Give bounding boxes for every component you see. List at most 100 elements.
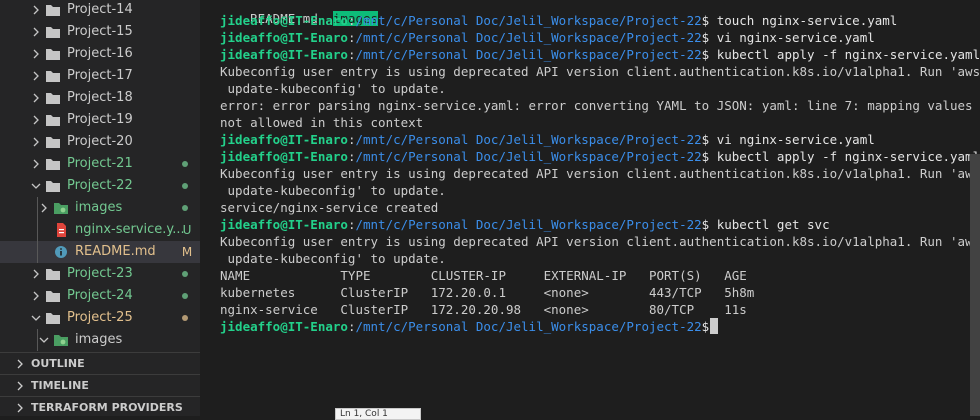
chevron-right-icon[interactable]: [30, 153, 40, 175]
folder-icon: [45, 289, 61, 303]
tree-item-project-18[interactable]: Project-18: [0, 87, 200, 109]
git-status-dot: [170, 285, 200, 307]
tree-item-project-16[interactable]: Project-16: [0, 43, 200, 65]
terminal-prompt-line: jideaffo@IT-Enaro:/mnt/c/Personal Doc/Je…: [220, 148, 980, 165]
tree-item-project-23[interactable]: Project-23: [0, 263, 200, 285]
prompt-path: /mnt/c/Personal Doc/Jelil_Workspace/Proj…: [355, 132, 702, 147]
git-status-dot: [170, 197, 200, 219]
tree-item-project-21[interactable]: Project-21: [0, 153, 200, 175]
status-dot-icon: [182, 293, 188, 299]
chevron-right-icon[interactable]: [30, 131, 40, 153]
tree-item-readme-md[interactable]: README.md M: [0, 241, 200, 263]
image-folder-icon: [53, 201, 69, 215]
terminal-scrollbar[interactable]: [970, 154, 980, 416]
tree-item-label: Project-18: [67, 90, 133, 105]
terminal-output-line: Kubeconfig user entry is using deprecate…: [220, 234, 980, 249]
chevron-down-icon[interactable]: [30, 307, 41, 329]
chevron-down-icon[interactable]: [30, 175, 41, 197]
image-folder-icon: [53, 333, 69, 347]
tree-item-project-19[interactable]: Project-19: [0, 109, 200, 131]
tree-item-label: Project-24: [67, 288, 133, 303]
prompt-command: $ kubectl apply -f nginx-service.yaml: [701, 47, 980, 62]
chevron-right-icon[interactable]: [30, 0, 40, 21]
status-dot-icon: [182, 315, 188, 321]
info-file-icon: [53, 245, 69, 259]
prompt-user: jideaffo@IT-Enaro: [220, 47, 348, 62]
terminal-cursor: [710, 318, 719, 334]
tree-item-images[interactable]: images: [0, 329, 200, 351]
tree-item-label: images: [75, 332, 123, 347]
tree-item-nginx-service-y[interactable]: nginx-service.y... U: [0, 219, 200, 241]
prompt-user: jideaffo@IT-Enaro: [220, 30, 348, 45]
terminal-prompt-line: jideaffo@IT-Enaro:/mnt/c/Personal Doc/Je…: [220, 46, 980, 63]
prompt-command: $ kubectl get svc: [701, 217, 830, 232]
tree-item-project-20[interactable]: Project-20: [0, 131, 200, 153]
chevron-right-icon[interactable]: [38, 197, 48, 219]
folder-icon: [45, 113, 61, 127]
indent-guide: [37, 219, 38, 241]
prompt-command: $ touch nginx-service.yaml: [701, 13, 898, 28]
terminal-output-line: not allowed in this context: [220, 115, 424, 130]
git-status-dot: [170, 263, 200, 285]
section-outline[interactable]: OUTLINE: [0, 352, 200, 374]
tree-item-label: nginx-service.y...: [75, 222, 185, 237]
status-tooltip: Ln 1, Col 1: [335, 408, 421, 420]
terminal-top-line: README.md images: [220, 0, 379, 26]
prompt-path: /mnt/c/Personal Doc/Jelil_Workspace/Proj…: [355, 319, 702, 334]
tree-item-label: Project-22: [67, 178, 133, 193]
terminal-output-line: update-kubeconfig' to update.: [220, 251, 446, 266]
folder-icon: [45, 91, 61, 105]
prompt-user: jideaffo@IT-Enaro: [220, 132, 348, 147]
terminal-output-line: kubernetes ClusterIP 172.20.0.1 <none> 4…: [220, 285, 755, 300]
prompt-path: /mnt/c/Personal Doc/Jelil_Workspace/Proj…: [355, 149, 702, 164]
tree-item-project-25[interactable]: Project-25: [0, 307, 200, 329]
tree-item-project-22[interactable]: Project-22: [0, 175, 200, 197]
terminal-panel[interactable]: README.md images jideaffo@IT-Enaro:/mnt/…: [200, 0, 980, 416]
folder-icon: [45, 157, 61, 171]
chevron-down-icon[interactable]: [38, 329, 49, 351]
chevron-right-icon[interactable]: [30, 285, 40, 307]
git-status-letter: M: [181, 245, 193, 259]
status-dot-icon: [182, 161, 188, 167]
terminal-prompt-line: jideaffo@IT-Enaro:/mnt/c/Personal Doc/Je…: [220, 12, 897, 29]
tree-item-project-15[interactable]: Project-15: [0, 21, 200, 43]
terminal-prompt-line: jideaffo@IT-Enaro:/mnt/c/Personal Doc/Je…: [220, 216, 830, 233]
chevron-right-icon[interactable]: [30, 43, 40, 65]
tree-item-label: Project-23: [67, 266, 133, 281]
section-terraform-providers[interactable]: TERRAFORM PROVIDERS: [0, 396, 200, 416]
indent-guide: [37, 241, 38, 263]
folder-icon: [45, 179, 61, 193]
prompt-user: jideaffo@IT-Enaro: [220, 319, 348, 334]
git-status-letter: U: [182, 223, 192, 237]
prompt-user: jideaffo@IT-Enaro: [220, 217, 348, 232]
chevron-right-icon[interactable]: [30, 87, 40, 109]
tree-item-images[interactable]: images: [0, 197, 200, 219]
tree-item-label: Project-17: [67, 68, 133, 83]
chevron-right-icon[interactable]: [30, 263, 40, 285]
chevron-right-icon: [14, 397, 24, 416]
tree-item-project-24[interactable]: Project-24: [0, 285, 200, 307]
tree-item-label: README.md: [75, 244, 156, 259]
git-status-dot: [170, 175, 200, 197]
tree-item-label: images: [75, 200, 123, 215]
terminal-prompt-line: jideaffo@IT-Enaro:/mnt/c/Personal Doc/Je…: [220, 131, 875, 148]
tree-item-label: Project-16: [67, 46, 133, 61]
terminal-output-line: error: error parsing nginx-service.yaml:…: [220, 98, 980, 113]
tree-item-project-14[interactable]: Project-14: [0, 0, 200, 21]
yaml-file-icon: [53, 223, 69, 237]
section-timeline[interactable]: TIMELINE: [0, 374, 200, 396]
status-dot-icon: [182, 271, 188, 277]
terminal-prompt-line: jideaffo@IT-Enaro:/mnt/c/Personal Doc/Je…: [220, 318, 719, 335]
chevron-right-icon[interactable]: [30, 21, 40, 43]
terminal-output-line: update-kubeconfig' to update.: [220, 183, 446, 198]
folder-icon: [45, 69, 61, 83]
terminal-output-line: Kubeconfig user entry is using deprecate…: [220, 166, 980, 181]
terminal-output-line: nginx-service ClusterIP 172.20.20.98 <no…: [220, 302, 747, 317]
tree-item-project-17[interactable]: Project-17: [0, 65, 200, 87]
folder-icon: [45, 311, 61, 325]
tree-item-label: Project-21: [67, 156, 133, 171]
chevron-right-icon[interactable]: [30, 109, 40, 131]
prompt-user: jideaffo@IT-Enaro: [220, 149, 348, 164]
chevron-right-icon[interactable]: [30, 65, 40, 87]
tree-item-label: Project-20: [67, 134, 133, 149]
